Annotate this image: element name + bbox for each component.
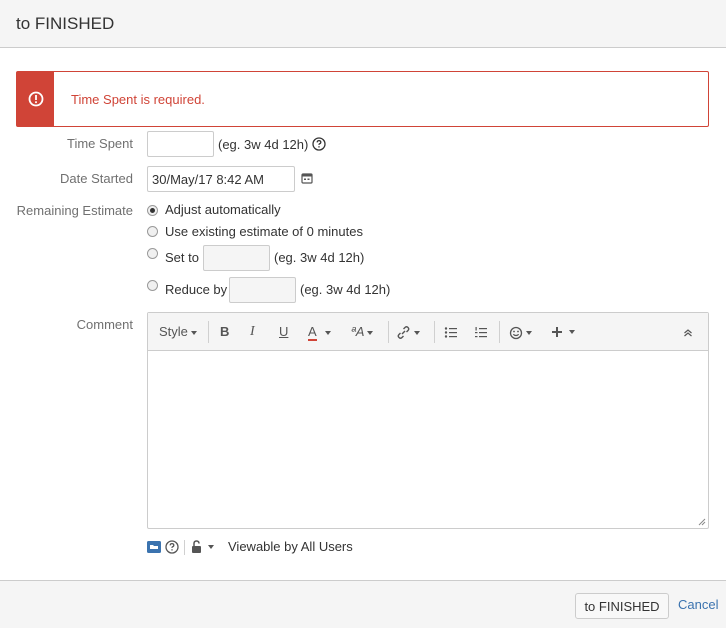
- remaining-estimate-label: Remaining Estimate: [16, 203, 133, 218]
- calendar-icon[interactable]: [301, 172, 313, 184]
- error-strip: [17, 72, 54, 126]
- collapse-toolbar-button[interactable]: [683, 323, 693, 341]
- set-to-input[interactable]: [203, 245, 270, 271]
- adjust-automatically-radio[interactable]: [147, 205, 158, 216]
- reduce-by-label: Reduce by: [165, 282, 228, 297]
- resize-grip-icon[interactable]: [698, 518, 706, 526]
- chevron-down-icon: [190, 330, 197, 335]
- time-spent-hint: (eg. 3w 4d 12h): [218, 137, 309, 152]
- cancel-link[interactable]: Cancel: [678, 597, 718, 612]
- bullet-list-button[interactable]: [444, 323, 458, 341]
- chevron-down-icon: [526, 330, 532, 335]
- date-started-input[interactable]: [147, 166, 295, 192]
- attachment-folder-icon[interactable]: [147, 541, 161, 553]
- date-started-label: Date Started: [60, 171, 133, 186]
- reduce-by-input[interactable]: [229, 277, 296, 303]
- chevron-down-icon: [569, 330, 575, 335]
- toolbar-divider: [208, 321, 209, 343]
- toolbar-divider: [499, 321, 500, 343]
- editor-toolbar: Style B I U A ªA: [148, 313, 708, 351]
- set-to-hint: (eg. 3w 4d 12h): [274, 250, 365, 265]
- comment-textarea[interactable]: [148, 351, 708, 528]
- chevron-down-icon: [414, 330, 420, 335]
- adjust-automatically-label: Adjust automatically: [165, 202, 281, 217]
- chevron-up-double-icon: [684, 328, 692, 337]
- emoticon-icon: [509, 326, 523, 339]
- dialog-header: to FINISHED: [0, 0, 726, 48]
- plus-icon: [552, 327, 562, 338]
- link-button[interactable]: [396, 323, 420, 341]
- emoticon-button[interactable]: [509, 323, 532, 341]
- style-dropdown-label: Style: [159, 324, 188, 339]
- help-icon[interactable]: [165, 540, 179, 554]
- set-to-label: Set to: [165, 250, 199, 265]
- link-icon: [397, 326, 410, 340]
- error-text: Time Spent is required.: [71, 92, 205, 107]
- use-existing-radio[interactable]: [147, 226, 158, 237]
- help-icon[interactable]: [312, 137, 326, 151]
- text-style-icon: ªA: [351, 324, 365, 339]
- time-spent-label: Time Spent: [67, 136, 133, 151]
- comment-label: Comment: [76, 317, 133, 332]
- submit-button[interactable]: to FINISHED: [575, 593, 669, 619]
- unlock-icon: [192, 539, 201, 553]
- chevron-down-icon: [324, 330, 331, 335]
- use-existing-label: Use existing estimate of 0 minutes: [165, 224, 363, 239]
- chevron-down-icon: [208, 544, 214, 549]
- reduce-by-hint: (eg. 3w 4d 12h): [300, 282, 391, 297]
- viewable-label: Viewable by All Users: [228, 539, 353, 554]
- insert-button[interactable]: [551, 323, 575, 341]
- visibility-dropdown[interactable]: [191, 538, 214, 554]
- footer-divider: [184, 540, 185, 555]
- toolbar-divider: [434, 321, 435, 343]
- italic-button[interactable]: I: [250, 323, 255, 341]
- underline-button[interactable]: U: [279, 323, 288, 341]
- reduce-by-radio[interactable]: [147, 280, 158, 291]
- comment-editor: Style B I U A ªA: [147, 312, 709, 529]
- numbered-list-button[interactable]: [474, 323, 488, 341]
- time-spent-input[interactable]: [147, 131, 214, 157]
- toolbar-divider: [388, 321, 389, 343]
- style-dropdown[interactable]: Style: [159, 323, 197, 341]
- text-color-icon: A: [308, 324, 317, 341]
- error-icon: [28, 91, 44, 107]
- set-to-radio[interactable]: [147, 248, 158, 259]
- dialog-footer: to FINISHED Cancel: [0, 580, 726, 628]
- bullet-list-icon: [444, 327, 457, 338]
- text-style-button[interactable]: ªA: [351, 323, 374, 341]
- dialog-title: to FINISHED: [16, 14, 115, 33]
- error-message: Time Spent is required.: [16, 71, 709, 127]
- numbered-list-icon: [475, 327, 487, 338]
- chevron-down-icon: [367, 330, 374, 335]
- text-color-button[interactable]: A: [308, 323, 331, 341]
- bold-button[interactable]: B: [220, 323, 229, 341]
